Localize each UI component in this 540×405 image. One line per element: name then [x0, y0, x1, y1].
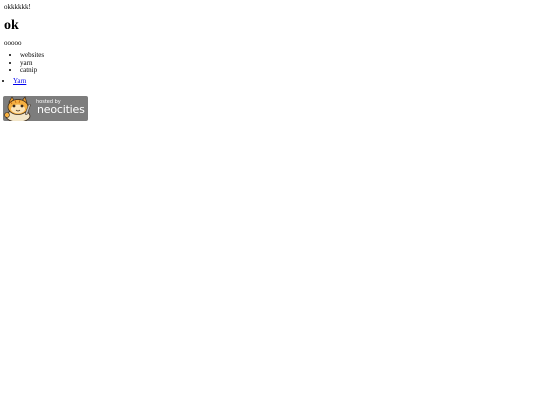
list-item-yarn: yarn [20, 59, 534, 68]
link-list-item: Yarn [13, 77, 534, 85]
page-heading: ok [4, 18, 19, 33]
top-text: okkkkkk! [4, 3, 31, 11]
page-content: okkkkkk! ok ooooo websites yarn catnip Y… [4, 3, 534, 85]
badge-neocities-text: neocities [37, 103, 85, 116]
item-list: websites yarn catnip [4, 51, 534, 75]
neocities-cat-icon [4, 96, 31, 121]
yarn-link[interactable]: Yarn [13, 77, 26, 85]
paragraph-text: ooooo [4, 39, 22, 47]
link-list: Yarn [4, 77, 534, 85]
list-item-catnip: catnip [20, 67, 534, 75]
hosted-by-neocities-badge[interactable]: hosted by neocities [3, 96, 88, 121]
list-item-websites: websites [20, 51, 534, 60]
